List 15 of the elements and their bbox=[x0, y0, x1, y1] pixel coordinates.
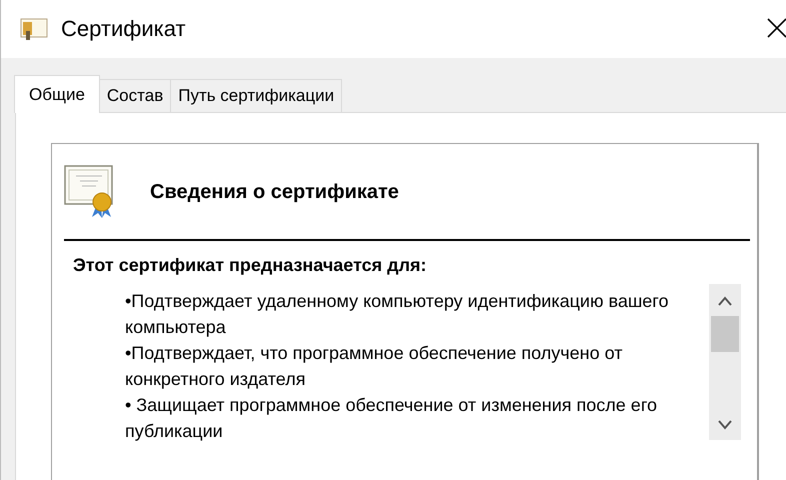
certificate-icon bbox=[20, 17, 48, 41]
section-heading: Сведения о сертификате bbox=[150, 180, 399, 204]
tab[interactable]: Путь сертификации bbox=[170, 79, 342, 112]
scroll-up-icon[interactable] bbox=[718, 296, 732, 306]
window-title: Сертификат bbox=[61, 16, 187, 42]
scrollbar[interactable] bbox=[709, 284, 741, 440]
close-icon[interactable] bbox=[766, 17, 786, 39]
purpose-title: Этот сертификат предназначается для: bbox=[73, 255, 428, 276]
scroll-down-icon[interactable] bbox=[718, 420, 732, 430]
scroll-thumb[interactable] bbox=[711, 316, 739, 352]
certificate-icon bbox=[64, 164, 114, 220]
purpose-item: •Подтверждает удаленному компьютеру идентификацию вашего компьютера bbox=[125, 290, 670, 339]
purpose-item: • Защищает программное обеспечение от изменения после его публикации bbox=[125, 394, 658, 443]
purpose-item: •Подтверждает, что программное обеспечение получено от конкретного издателя bbox=[125, 342, 624, 391]
tab[interactable]: Общие bbox=[14, 75, 100, 113]
